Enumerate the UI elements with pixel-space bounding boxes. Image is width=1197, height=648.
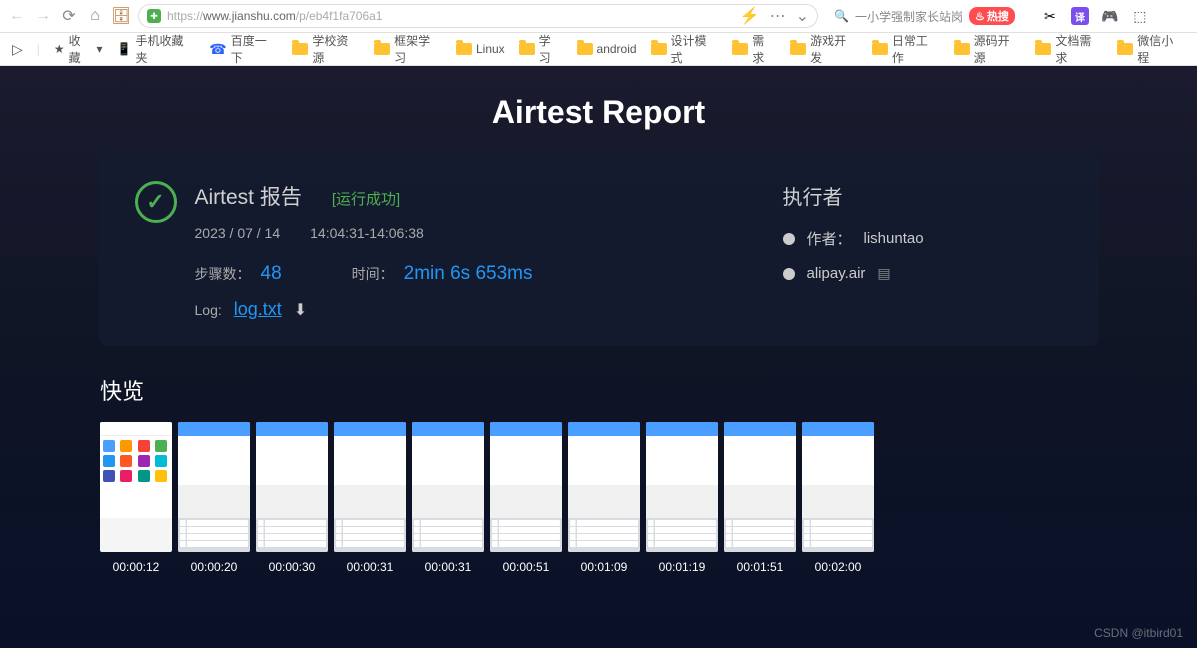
url-bar[interactable]: ✚ https://www.jianshu.com/p/eb4f1fa706a1…: [138, 4, 818, 28]
folder-icon: [651, 43, 667, 55]
folder-icon: [872, 43, 888, 55]
thumbnail-time: 00:01:19: [659, 560, 706, 574]
nav-reload-button[interactable]: ⟳: [60, 7, 78, 25]
author-name: lishuntao: [864, 230, 924, 247]
watermark: CSDN @itbird01: [1094, 626, 1183, 640]
search-box[interactable]: 🔍 一小学强制家长站岗 ♨热搜: [826, 7, 1023, 25]
folder-icon: [1117, 43, 1133, 55]
script-name: alipay.air: [807, 265, 866, 282]
download-icon[interactable]: ⬇: [294, 300, 307, 320]
thumbnail-item[interactable]: 00:01:51: [724, 422, 796, 574]
thumbnail-time: 00:00:31: [425, 560, 472, 574]
thumbnail-time: 00:02:00: [815, 560, 862, 574]
browser-toolbar: ← → ⟳ ⌂ 🗄 ✚ https://www.jianshu.com/p/eb…: [0, 0, 1197, 33]
nav-forward-button[interactable]: →: [34, 7, 52, 25]
executor-title: 执行者: [783, 181, 1063, 210]
thumbnail-time: 00:01:51: [737, 560, 784, 574]
report-summary-panel: ✓ Airtest 报告 [运行成功] 2023 / 07 / 14 14:04…: [99, 155, 1099, 346]
folder-icon: [519, 43, 535, 55]
bookmark-item[interactable]: 日常工作: [872, 32, 940, 66]
bookmark-item[interactable]: android: [577, 42, 637, 56]
bookmark-item[interactable]: 文档需求: [1035, 32, 1103, 66]
nav-home-button[interactable]: ⌂: [86, 7, 104, 25]
thumbnail-time: 00:01:09: [581, 560, 628, 574]
bookmark-item[interactable]: 设计模式: [651, 32, 719, 66]
play-icon[interactable]: ▷: [12, 41, 23, 58]
folder-icon: [374, 43, 390, 55]
folder-icon: [577, 43, 593, 55]
shield-icon: ✚: [147, 9, 161, 23]
thumbnail-item[interactable]: 00:01:19: [646, 422, 718, 574]
report-body: Airtest Report ✓ Airtest 报告 [运行成功] 2023 …: [0, 66, 1197, 648]
log-label: Log:: [195, 302, 222, 318]
executor-script-row: alipay.air ▤: [783, 265, 1063, 282]
bullet-icon: [783, 268, 795, 280]
bookmark-item-phone[interactable]: 📱手机收藏夹: [117, 32, 196, 66]
report-date: 2023 / 07 / 14: [195, 225, 281, 241]
nav-back-button[interactable]: ←: [8, 7, 26, 25]
folder-icon: [1035, 43, 1051, 55]
bookmark-item-baidu[interactable]: ☎百度一下: [209, 32, 278, 66]
folder-icon: [292, 43, 308, 55]
search-icon: 🔍: [834, 9, 849, 23]
thumbnail-item[interactable]: 00:02:00: [802, 422, 874, 574]
thumbnail-time: 00:00:30: [269, 560, 316, 574]
bookmark-item[interactable]: 学校资源: [292, 32, 360, 66]
search-placeholder: 一小学强制家长站岗: [855, 8, 963, 25]
bookmark-item[interactable]: 源码开源: [954, 32, 1022, 66]
scissors-icon[interactable]: ✂: [1041, 7, 1059, 25]
extension-icon[interactable]: ⬚: [1131, 7, 1149, 25]
thumbnail-time: 00:00:31: [347, 560, 394, 574]
thumbnail-time: 00:00:12: [113, 560, 160, 574]
chevron-down-icon[interactable]: ⌄: [796, 6, 809, 26]
thumbnail-time: 00:00:20: [191, 560, 238, 574]
bookmark-item[interactable]: 游戏开发: [790, 32, 858, 66]
thumbnail-item[interactable]: 00:00:51: [490, 422, 562, 574]
folder-icon: [456, 43, 472, 55]
duration-label: 时间：: [352, 266, 394, 282]
page-title: Airtest Report: [0, 66, 1197, 155]
thumbnail-item[interactable]: 00:00:30: [256, 422, 328, 574]
author-label: 作者：: [807, 228, 852, 249]
more-icon[interactable]: ⋯: [770, 6, 786, 26]
thumbnail-item[interactable]: 00:00:31: [412, 422, 484, 574]
bookmark-item[interactable]: 微信小程: [1117, 32, 1185, 66]
briefcase-icon[interactable]: 🗄: [112, 7, 130, 25]
thumbnail-item[interactable]: 00:01:09: [568, 422, 640, 574]
game-icon[interactable]: 🎮: [1101, 7, 1119, 25]
report-subtitle: Airtest 报告: [195, 181, 302, 211]
folder-icon: [954, 43, 970, 55]
status-success-icon: ✓: [135, 181, 177, 223]
hot-badge: ♨热搜: [969, 7, 1015, 25]
duration-value: 2min 6s 653ms: [404, 263, 533, 284]
quickview-title: 快览: [100, 374, 1197, 406]
bookmark-item[interactable]: Linux: [456, 42, 505, 56]
translate-icon[interactable]: 译: [1071, 7, 1089, 25]
thumbnails-row: 00:00:12 00:00:20 00:00:30 00:00:31 00:0…: [0, 422, 1197, 574]
bookmark-item[interactable]: 框架学习: [374, 32, 442, 66]
file-icon: ▤: [877, 265, 890, 282]
report-time-range: 14:04:31-14:06:38: [310, 225, 424, 241]
steps-value: 48: [261, 263, 282, 284]
lightning-icon[interactable]: ⚡: [740, 6, 760, 26]
log-link[interactable]: log.txt: [234, 299, 282, 320]
thumbnail-item[interactable]: 00:00:12: [100, 422, 172, 574]
bookmark-item[interactable]: 学习: [519, 32, 563, 66]
bullet-icon: [783, 233, 795, 245]
steps-label: 步骤数：: [195, 266, 251, 282]
thumbnail-item[interactable]: 00:00:20: [178, 422, 250, 574]
folder-icon: [790, 43, 806, 55]
toolbar-right-icons: ✂ 译 🎮 ⬚: [1031, 7, 1159, 25]
status-text: [运行成功]: [332, 188, 400, 209]
bookmarks-bar: ▷ | ★收藏 ▾ 📱手机收藏夹 ☎百度一下 学校资源 框架学习 Linux 学…: [0, 33, 1197, 66]
url-text: https://www.jianshu.com/p/eb4f1fa706a1: [167, 9, 382, 23]
folder-icon: [732, 43, 748, 55]
thumbnail-item[interactable]: 00:00:31: [334, 422, 406, 574]
executor-author-row: 作者： lishuntao: [783, 228, 1063, 249]
thumbnail-time: 00:00:51: [503, 560, 550, 574]
favorites-button[interactable]: ★收藏 ▾: [54, 32, 103, 66]
bookmark-item[interactable]: 需求: [732, 32, 776, 66]
